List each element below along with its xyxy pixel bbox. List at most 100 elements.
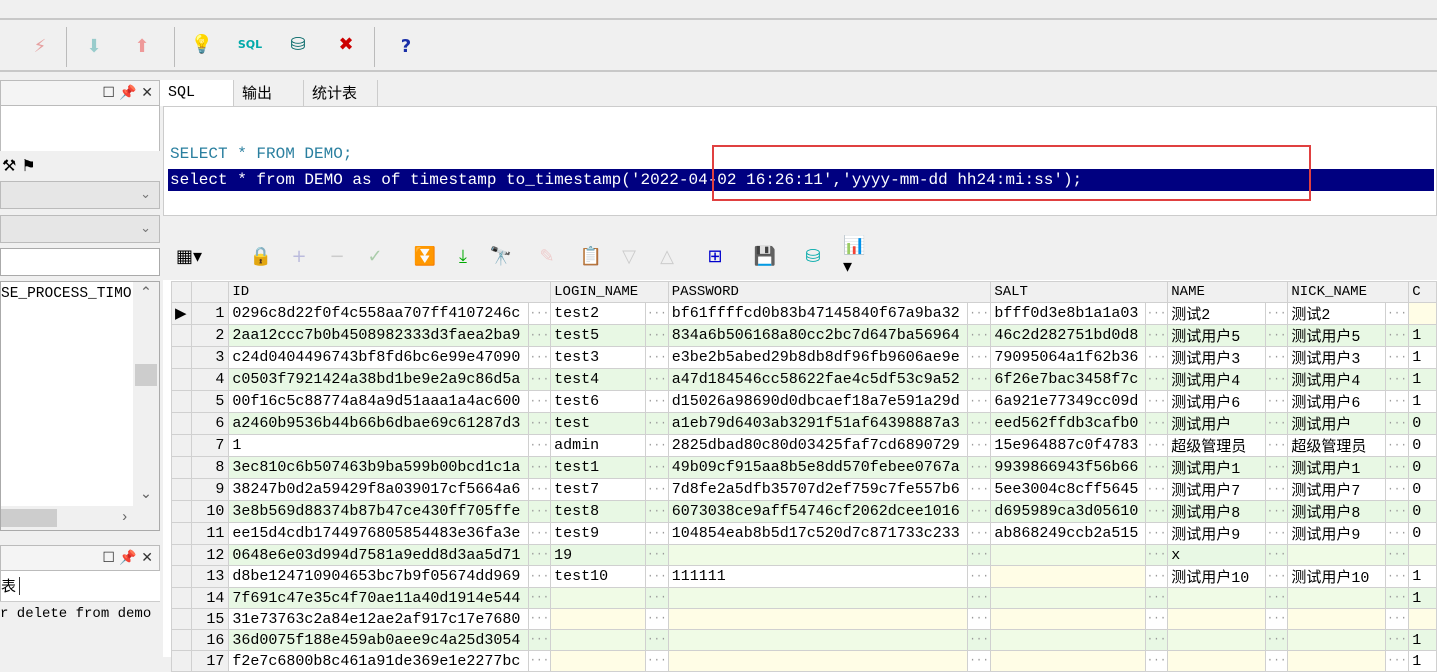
table-cell[interactable] [1167, 629, 1266, 651]
table-row[interactable]: 5 00f16c5c88774a84a9d51aaa1a4ac600 ··· test… [171, 390, 1437, 413]
cell-editor-button[interactable]: ··· [1144, 412, 1169, 435]
table-cell[interactable]: 测试用户5 [1287, 324, 1386, 347]
table-cell[interactable]: 36d0075f188e459ab0aee9c4a25d3054 [228, 629, 529, 651]
table-row[interactable]: 2 2aa12ccc7b0b4508982333d3faea2ba9 ··· test… [171, 324, 1437, 347]
cell-editor-button[interactable]: ··· [1144, 587, 1169, 609]
cell-editor-button[interactable]: ··· [1264, 412, 1289, 435]
cell-editor-button[interactable]: ··· [1144, 565, 1169, 588]
table-cell[interactable]: x [1167, 544, 1266, 566]
save-icon[interactable]: 💾 [753, 244, 777, 268]
table-row[interactable]: 3 c24d0404496743bf8fd6bc6e99e47090 ··· test… [171, 346, 1437, 369]
cell-editor-button[interactable]: ··· [1264, 565, 1289, 588]
filter-input[interactable] [0, 248, 160, 276]
cell-editor-button[interactable]: ··· [1264, 608, 1289, 630]
table-cell[interactable]: c24d0404496743bf8fd6bc6e99e47090 [228, 346, 529, 369]
table-cell[interactable] [1408, 544, 1437, 566]
table-cell[interactable]: test9 [550, 522, 647, 545]
cell-editor-button[interactable]: ··· [966, 478, 992, 501]
horizontal-scrollbar[interactable]: › [1, 506, 159, 530]
table-cell[interactable]: 6073038ce9aff54746cf2062dcee1016 [667, 500, 968, 523]
cell-editor-button[interactable]: ··· [527, 650, 552, 672]
table-cell[interactable]: 测试2 [1287, 302, 1386, 325]
cell-editor-button[interactable]: ··· [1264, 629, 1289, 651]
table-cell[interactable]: eed562ffdb3cafb0 [990, 412, 1146, 435]
table-cell[interactable]: 0 [1408, 522, 1437, 545]
cell-editor-button[interactable]: ··· [1384, 478, 1410, 501]
table-cell[interactable]: 1 [1408, 346, 1437, 369]
cell-editor-button[interactable]: ··· [1264, 302, 1289, 325]
table-cell[interactable]: a47d184546cc58622fae4c5df53c9a52 [667, 368, 968, 391]
cell-editor-button[interactable]: ··· [527, 456, 552, 479]
tab-output[interactable]: 输出 [234, 80, 304, 106]
column-header[interactable]: NICK_NAME [1287, 281, 1410, 303]
cell-editor-button[interactable]: ··· [1144, 478, 1169, 501]
table-cell[interactable] [1287, 544, 1386, 566]
cell-editor-button[interactable]: ··· [527, 368, 552, 391]
cell-editor-button[interactable]: ··· [1384, 346, 1410, 369]
cell-editor-button[interactable]: ··· [966, 650, 992, 672]
table-row[interactable]: 9 38247b0d2a59429f8a039017cf5664a6 ··· test… [171, 478, 1437, 501]
table-row[interactable]: ▶ 1 0296c8d22f0f4c558aa707ff4107246c ··· tes… [171, 302, 1437, 325]
table-cell[interactable]: 测试用户1 [1287, 456, 1386, 479]
cell-editor-button[interactable]: ··· [1384, 522, 1410, 545]
lock-icon[interactable]: 🔒 [249, 244, 273, 268]
cell-editor-button[interactable]: ··· [1144, 368, 1169, 391]
cell-editor-button[interactable]: ··· [527, 500, 552, 523]
cell-editor-button[interactable]: ··· [645, 478, 669, 501]
table-cell[interactable] [1167, 608, 1266, 630]
table-cell[interactable]: 测试用户3 [1167, 346, 1266, 369]
table-cell[interactable] [1287, 650, 1386, 672]
table-row[interactable]: 10 3e8b569d88374b87b47ce430ff705ffe ··· tes… [171, 500, 1437, 523]
cell-editor-button[interactable]: ··· [1264, 368, 1289, 391]
export-icon[interactable]: ⬆ [130, 34, 154, 58]
cell-editor-button[interactable]: ··· [1144, 434, 1169, 457]
cell-editor-button[interactable]: ··· [966, 302, 992, 325]
table-cell[interactable]: 0 [1408, 500, 1437, 523]
table-cell[interactable] [990, 544, 1146, 566]
cell-editor-button[interactable]: ··· [527, 434, 552, 457]
cell-editor-button[interactable]: ··· [527, 544, 552, 566]
table-cell[interactable]: 38247b0d2a59429f8a039017cf5664a6 [228, 478, 529, 501]
table-cell[interactable]: 6f26e7bac3458f7c [990, 368, 1146, 391]
table-cell[interactable]: 测试用户9 [1287, 522, 1386, 545]
cell-editor-button[interactable]: ··· [645, 650, 669, 672]
cell-editor-button[interactable]: ··· [1144, 500, 1169, 523]
cell-editor-button[interactable]: ··· [1264, 434, 1289, 457]
cell-editor-button[interactable]: ··· [1384, 434, 1410, 457]
table-cell[interactable]: 超级管理员 [1287, 434, 1386, 457]
cell-editor-button[interactable]: ··· [1264, 390, 1289, 413]
cell-editor-button[interactable]: ··· [1384, 650, 1410, 672]
table-cell[interactable]: 测试用户1 [1167, 456, 1266, 479]
cell-editor-button[interactable]: ··· [966, 587, 992, 609]
cell-editor-button[interactable]: ··· [527, 629, 552, 651]
table-cell[interactable]: 7f691c47e35c4f70ae11a40d1914e544 [228, 587, 529, 609]
query-by-example-icon[interactable]: 📋 [579, 244, 603, 268]
cell-editor-button[interactable]: ··· [1264, 500, 1289, 523]
table-cell[interactable] [667, 650, 968, 672]
cell-editor-button[interactable]: ··· [1144, 629, 1169, 651]
table-cell[interactable]: 2825dbad80c80d03425faf7cd6890729 [667, 434, 968, 457]
table-cell[interactable]: 5ee3004c8cff5645 [990, 478, 1146, 501]
table-cell[interactable]: 超级管理员 [1167, 434, 1266, 457]
table-cell[interactable]: test5 [550, 324, 647, 347]
table-cell[interactable]: 3e8b569d88374b87b47ce430ff705ffe [228, 500, 529, 523]
cell-editor-button[interactable]: ··· [645, 587, 669, 609]
table-cell[interactable]: 0296c8d22f0f4c558aa707ff4107246c [228, 302, 529, 325]
cell-editor-button[interactable]: ··· [1264, 456, 1289, 479]
table-cell[interactable]: 测试用户8 [1287, 500, 1386, 523]
export-db-icon[interactable]: ⛁ [801, 244, 825, 268]
table-cell[interactable]: 测试用户 [1287, 412, 1386, 435]
maximize-icon[interactable]: ☐ [102, 550, 115, 566]
cell-editor-button[interactable]: ··· [527, 412, 552, 435]
cell-editor-button[interactable]: ··· [645, 608, 669, 630]
cell-editor-button[interactable]: ··· [527, 608, 552, 630]
cell-editor-button[interactable]: ··· [1384, 565, 1410, 588]
cell-editor-button[interactable]: ··· [645, 456, 669, 479]
cell-editor-button[interactable]: ··· [966, 500, 992, 523]
table-cell[interactable]: 测试2 [1167, 302, 1266, 325]
cell-editor-button[interactable]: ··· [1144, 544, 1169, 566]
table-cell[interactable]: 1 [1408, 650, 1437, 672]
table-cell[interactable]: test3 [550, 346, 647, 369]
cell-editor-button[interactable]: ··· [1384, 456, 1410, 479]
table-cell[interactable]: 测试用户10 [1167, 565, 1266, 588]
